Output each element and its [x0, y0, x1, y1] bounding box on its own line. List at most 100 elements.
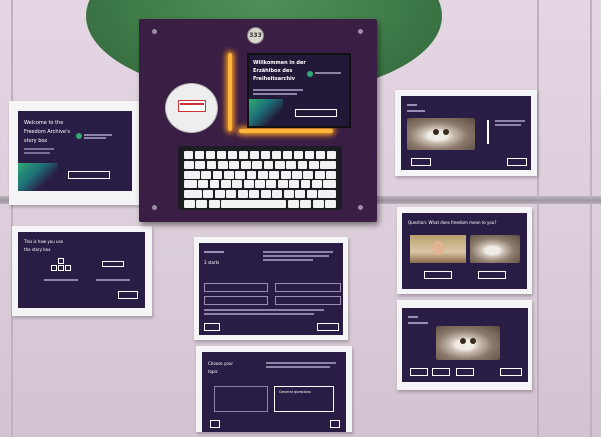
skip-button — [478, 271, 506, 279]
topic-title-2: topic — [208, 369, 218, 374]
usage-screen: This is how you use the story box — [18, 232, 145, 308]
lemur-eye — [470, 338, 476, 344]
instruction-line — [44, 279, 78, 281]
sticker-stripe — [180, 103, 204, 105]
welcome-title-1: Welcome to the — [24, 120, 64, 126]
lemur-video-preview — [470, 235, 520, 263]
archive-logo-icon — [307, 71, 313, 77]
body-text-line — [24, 148, 54, 150]
neon-light-vertical — [228, 53, 232, 131]
lemur-eye — [433, 129, 439, 135]
topic-option-right-label: General questions — [279, 390, 311, 394]
body-text-line — [24, 152, 50, 154]
usage-sheet: This is how you use the story box — [12, 226, 152, 316]
topic-option-right: General questions — [274, 386, 334, 412]
review-screen — [402, 308, 528, 382]
screw — [358, 205, 363, 210]
consent-text-line — [204, 309, 324, 311]
usage-title-2: the story box — [24, 247, 51, 252]
form-field — [204, 296, 268, 305]
topic-option-left — [214, 386, 268, 412]
keyboard — [178, 146, 342, 210]
usage-title-1: This is how you use — [24, 239, 64, 244]
play-button — [456, 368, 474, 376]
start-button — [295, 109, 337, 117]
body-text-line — [266, 366, 330, 368]
recording-sheet — [395, 90, 537, 176]
neon-light-horizontal — [239, 129, 333, 133]
question-sheet: Question: What does freedom mean to you? — [397, 207, 532, 294]
sticker-card — [178, 100, 206, 112]
speech-bubble-sticker — [165, 83, 218, 133]
kiosk-screen: Willkommen in der Erzählbox des Freiheit… — [247, 53, 351, 128]
form-field — [275, 283, 341, 292]
answer-button — [424, 271, 452, 279]
decorative-gradient — [249, 99, 283, 126]
topic-screen: Choose your topic General questions — [202, 352, 346, 432]
topic-title-1: Choose your — [208, 361, 234, 366]
start-count: 3 starts — [204, 260, 220, 265]
heading-line — [408, 322, 428, 324]
wall-seam — [11, 0, 13, 437]
kiosk-title-2: Erzählbox des — [253, 68, 293, 74]
body-text-line — [266, 362, 336, 364]
screw — [358, 29, 363, 34]
next-button — [317, 323, 339, 331]
save-button — [500, 368, 522, 376]
instruction-line — [96, 279, 130, 281]
back-arrow-icon — [210, 420, 220, 428]
logo-text-line — [315, 72, 341, 74]
arrow-key-right-icon — [65, 265, 71, 271]
delete-button — [410, 368, 428, 376]
heading-line — [204, 251, 224, 253]
next-button — [507, 158, 527, 166]
welcome-title-3: story box — [24, 138, 48, 144]
start-sheet: 3 starts — [194, 237, 348, 340]
review-sheet — [397, 300, 532, 390]
arrow-key-down-icon — [58, 265, 64, 271]
logo-text-line — [84, 134, 112, 136]
heading-line — [407, 110, 425, 112]
body-text-line — [253, 89, 303, 91]
photo-scene: Welcome to the Freedom Archive's story b… — [0, 0, 601, 437]
heading-line — [407, 104, 417, 106]
form-field — [275, 296, 341, 305]
record-button — [411, 158, 431, 166]
lemur-eye — [460, 338, 466, 344]
arrow-key-up-icon — [58, 258, 64, 264]
welcome-title-2: Freedom Archive's — [24, 129, 70, 135]
form-field — [204, 283, 268, 292]
forward-arrow-icon — [330, 420, 340, 428]
decorative-gradient — [18, 163, 58, 191]
heading-line — [408, 316, 418, 318]
topic-sheet: Choose your topic General questions — [196, 346, 352, 432]
wall-seam — [590, 0, 592, 437]
person-face — [432, 241, 444, 255]
archive-logo-icon — [76, 133, 82, 139]
kiosk-title-1: Willkommen in der — [253, 60, 306, 66]
interview-video-preview — [410, 235, 466, 263]
lemur-video-preview — [407, 118, 475, 150]
retake-button — [432, 368, 450, 376]
body-text-line — [253, 93, 297, 95]
start-screen: 3 starts — [199, 243, 343, 335]
lemur-video-preview — [436, 326, 500, 360]
body-text-line — [263, 255, 329, 257]
speaker-grille: 333 — [247, 27, 264, 44]
logo-text-line — [84, 137, 106, 139]
body-text-line — [263, 251, 333, 253]
body-text-line — [495, 124, 521, 126]
question-screen: Question: What does freedom mean to you? — [402, 213, 527, 289]
arrow-key-left-icon — [51, 265, 57, 271]
welcome-screen: Welcome to the Freedom Archive's story b… — [18, 111, 132, 191]
screw — [152, 205, 157, 210]
consent-text-line — [204, 313, 314, 315]
start-button — [68, 171, 110, 179]
back-button — [204, 323, 220, 331]
question-title: Question: What does freedom mean to you? — [408, 220, 497, 225]
wall-seam — [537, 0, 539, 437]
body-text-line — [263, 259, 313, 261]
kiosk-title-3: Freiheitsarchiv — [253, 76, 296, 82]
volume-slider-icon — [487, 120, 489, 144]
lemur-eye — [443, 129, 449, 135]
